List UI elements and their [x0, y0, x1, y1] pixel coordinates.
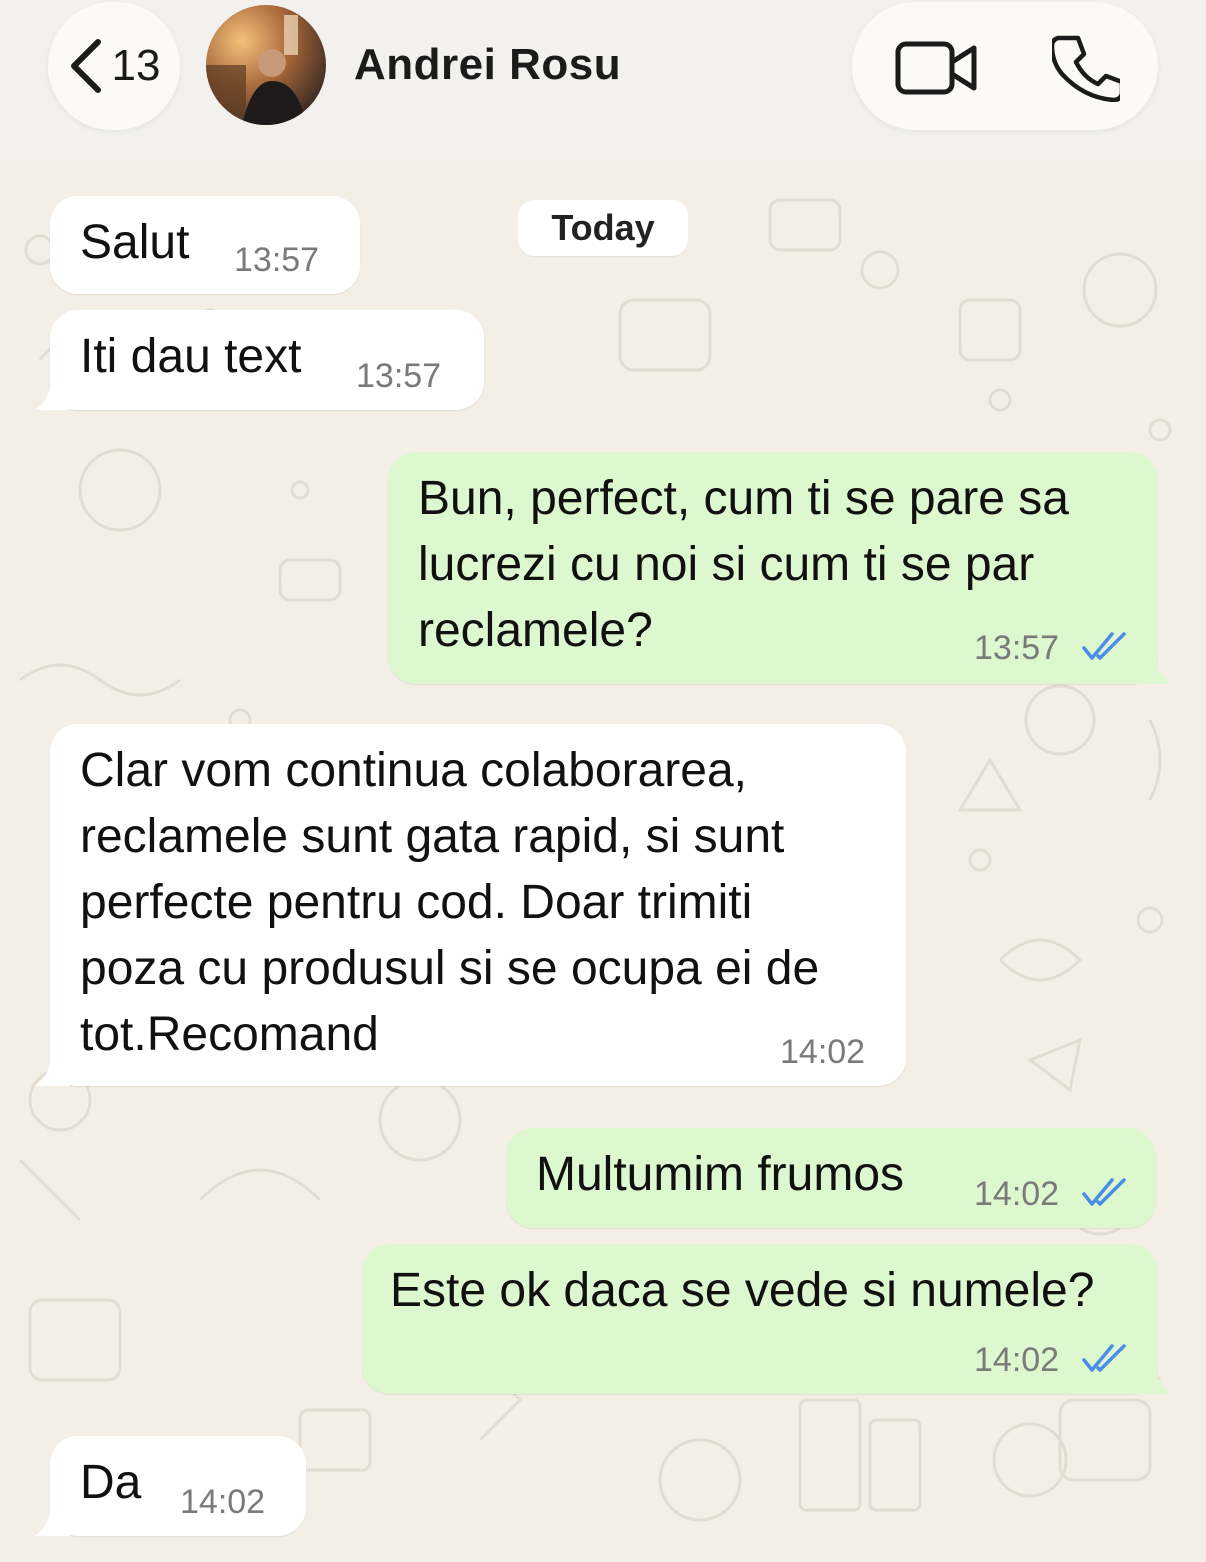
message-text: Este ok daca se vede si numele?	[390, 1264, 1095, 1317]
message-time: 13:57	[356, 357, 442, 395]
read-ticks-icon	[1082, 632, 1126, 660]
unread-count: 13	[111, 41, 161, 90]
bubble-tail	[34, 370, 70, 410]
avatar[interactable]	[206, 5, 326, 125]
message-bubble-outgoing[interactable]: Este ok daca se vede si numele? 14:02	[362, 1244, 1158, 1394]
message-bubble-outgoing[interactable]: Bun, perfect, cum ti se pare sa lucrezi …	[388, 452, 1158, 684]
message-text: Multumim frumos	[536, 1148, 905, 1201]
message-bubble-incoming[interactable]: Da 14:02	[50, 1436, 306, 1536]
message-bubble-incoming[interactable]: Iti dau text 13:57	[50, 310, 484, 410]
message-time: 13:57	[234, 241, 320, 279]
message-text: Salut	[80, 216, 190, 269]
message-text: Bun, perfect, cum ti se pare sa lucrezi …	[418, 472, 1069, 657]
video-call-icon[interactable]	[894, 38, 978, 98]
chat-header: 13 Andrei Rosu	[0, 0, 1206, 160]
message-bubble-incoming[interactable]: Clar vom continua colaborarea, reclamele…	[50, 724, 906, 1086]
bubble-tail	[34, 1046, 70, 1086]
message-bubble-incoming[interactable]: Salut 13:57	[50, 196, 360, 294]
call-actions	[852, 2, 1158, 130]
bubble-tail	[34, 1496, 70, 1536]
read-ticks-icon	[1082, 1344, 1126, 1372]
message-text: Iti dau text	[80, 330, 302, 383]
phone-icon[interactable]	[1052, 32, 1120, 102]
contact-name[interactable]: Andrei Rosu	[354, 40, 621, 90]
date-separator: Today	[518, 200, 688, 256]
message-bubble-outgoing[interactable]: Multumim frumos 14:02	[506, 1128, 1156, 1228]
message-time: 13:57	[974, 629, 1060, 667]
message-time: 14:02	[974, 1341, 1060, 1379]
message-time: 14:02	[180, 1483, 266, 1521]
message-time: 14:02	[780, 1033, 866, 1071]
chevron-left-icon	[70, 39, 101, 93]
message-time: 14:02	[974, 1175, 1060, 1213]
message-text: Clar vom continua colaborarea, reclamele…	[80, 744, 820, 1061]
bubble-tail	[1136, 1354, 1172, 1394]
back-button[interactable]: 13	[48, 2, 180, 130]
message-text: Da	[80, 1456, 142, 1509]
bubble-tail	[1136, 644, 1172, 684]
read-ticks-icon	[1082, 1178, 1126, 1206]
